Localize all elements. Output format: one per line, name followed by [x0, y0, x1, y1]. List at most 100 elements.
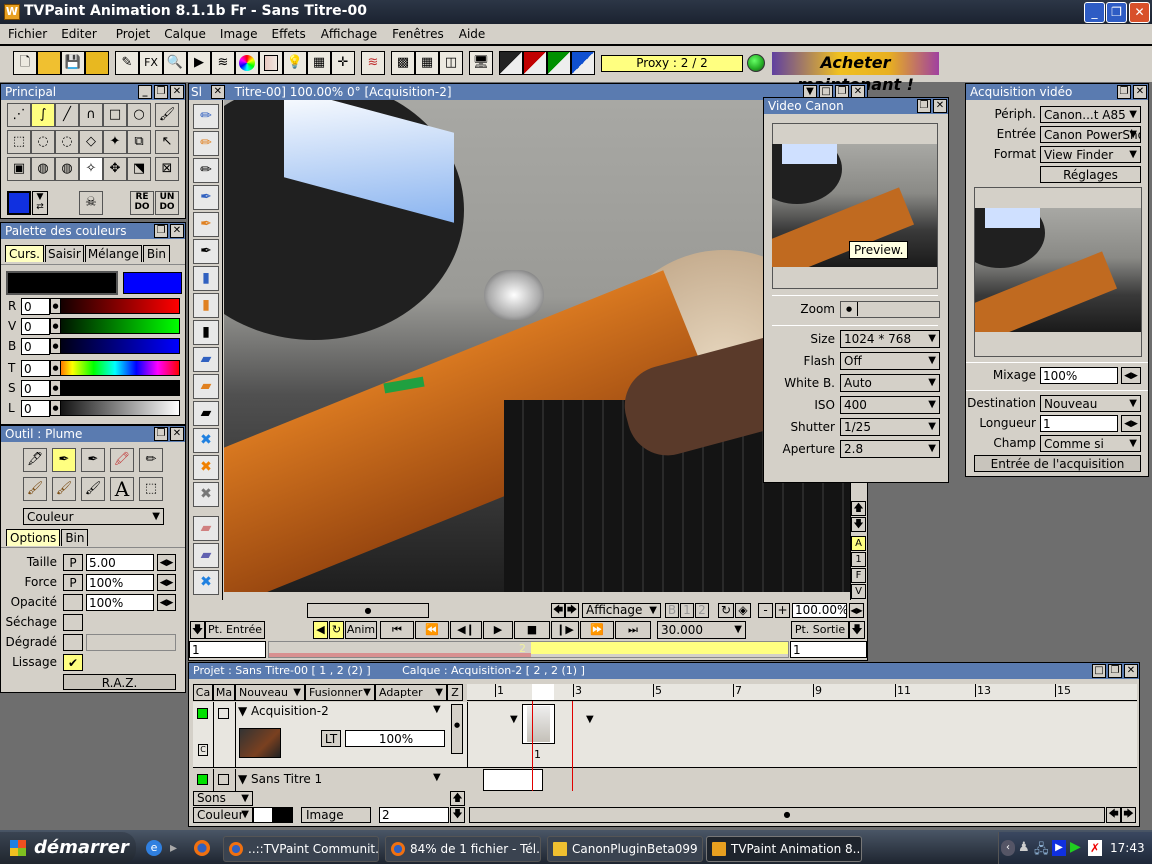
- zoom-slider[interactable]: ●: [840, 301, 940, 318]
- open-folder-icon[interactable]: [37, 51, 61, 75]
- loop-toggle-icon[interactable]: ↻: [329, 621, 344, 639]
- texture-icon[interactable]: ▩: [391, 51, 415, 75]
- pen-blue-icon[interactable]: ✒: [193, 185, 219, 210]
- channel-s-input[interactable]: 0: [21, 380, 50, 397]
- white-balance-dropdown[interactable]: Auto: [840, 374, 940, 392]
- zoom-stepper[interactable]: ◀▶: [849, 603, 864, 618]
- cross-multi-icon[interactable]: ✖: [193, 570, 219, 595]
- step-forward-button[interactable]: ❙▶: [551, 621, 579, 639]
- menu-projet[interactable]: Projet: [116, 24, 150, 44]
- marker-icon[interactable]: 🖍: [110, 448, 134, 472]
- monitor-icon[interactable]: 🖥: [469, 51, 493, 75]
- layers-icon[interactable]: ≋: [211, 51, 235, 75]
- close-icon[interactable]: ✕: [933, 99, 947, 113]
- gradient-icon[interactable]: [259, 51, 283, 75]
- select-free-icon[interactable]: ◌: [55, 130, 79, 154]
- select-pointer-icon[interactable]: ⬚: [139, 477, 163, 501]
- mode-dropdown[interactable]: Couleur: [23, 508, 164, 525]
- image-input[interactable]: 2: [379, 807, 449, 823]
- color-selector-icon[interactable]: [7, 191, 31, 215]
- opacite-pressure-button[interactable]: [63, 594, 83, 611]
- stack-icon[interactable]: ≋: [361, 51, 385, 75]
- color-wheel-icon[interactable]: [235, 51, 259, 75]
- aperture-dropdown[interactable]: 2.8: [840, 440, 940, 458]
- tab-melange[interactable]: Mélange: [84, 245, 142, 262]
- stamp-tool-icon[interactable]: ▣: [7, 157, 31, 181]
- menu-fichier[interactable]: Fichier: [8, 24, 47, 44]
- channel-r-slider[interactable]: ●: [50, 298, 180, 314]
- crop-tool-icon[interactable]: ⧉: [127, 130, 151, 154]
- ink-orange-icon[interactable]: ▮: [193, 293, 219, 318]
- first-frame-button[interactable]: ⏮: [380, 621, 414, 639]
- tray-expand-icon[interactable]: ‹: [1001, 840, 1015, 856]
- undo-button[interactable]: UN DO: [155, 191, 179, 215]
- scroll-down-button[interactable]: 🡇: [450, 807, 465, 823]
- degrade-checkbox[interactable]: [63, 634, 83, 651]
- visibility-toggle[interactable]: [197, 708, 208, 719]
- task-canon-plugin[interactable]: CanonPluginBeta099: [547, 836, 703, 862]
- out-point-arrow[interactable]: 🡇: [849, 621, 865, 639]
- tray-media-icon[interactable]: ▶: [1052, 840, 1066, 856]
- save-icon[interactable]: 💾: [61, 51, 85, 75]
- magic-wand-icon[interactable]: ✦: [103, 130, 127, 154]
- start-acquisition-button[interactable]: Entrée de l'acquisition: [974, 455, 1141, 472]
- pen-black-icon[interactable]: ✒: [193, 239, 219, 264]
- in-point-arrow[interactable]: 🡇: [190, 621, 205, 639]
- select-poly-icon[interactable]: ◇: [79, 130, 103, 154]
- grid-icon[interactable]: ▦: [415, 51, 439, 75]
- affichage-dropdown[interactable]: Affichage: [582, 603, 661, 618]
- pencil-icon[interactable]: ✏: [139, 448, 163, 472]
- channel-t-input[interactable]: 0: [21, 360, 50, 377]
- minimize-icon[interactable]: _: [138, 85, 152, 99]
- move-tool-icon[interactable]: ✥: [103, 157, 127, 181]
- ie-quicklaunch-icon[interactable]: e: [146, 840, 162, 856]
- reglages-button[interactable]: Réglages: [1040, 166, 1141, 183]
- center-icon[interactable]: ◈: [735, 603, 751, 618]
- tray-network-icon[interactable]: 🖧: [1034, 840, 1049, 862]
- format-dropdown[interactable]: View Finder: [1040, 146, 1141, 163]
- champ-dropdown[interactable]: Comme si: [1040, 435, 1141, 452]
- taille-stepper[interactable]: ◀▶: [157, 554, 176, 571]
- transform-tool-icon[interactable]: ⬔: [127, 157, 151, 181]
- text-tool-icon[interactable]: A: [110, 477, 134, 501]
- menu-image[interactable]: Image: [220, 24, 258, 44]
- cross-gray-icon[interactable]: ✖: [193, 482, 219, 507]
- layer-name[interactable]: ▼ Acquisition-2: [238, 704, 329, 718]
- red-swatch-icon[interactable]: [523, 51, 547, 75]
- play-button[interactable]: ▶: [483, 621, 513, 639]
- cell-frame[interactable]: [483, 769, 543, 791]
- pt-sortie-button[interactable]: Pt. Sortie: [791, 621, 849, 639]
- side-v-button[interactable]: V: [851, 584, 866, 599]
- periph-dropdown[interactable]: Canon...t A85: [1040, 106, 1141, 123]
- ink-blue-icon[interactable]: ▮: [193, 266, 219, 291]
- tray-user-icon[interactable]: ♟: [1018, 840, 1030, 855]
- lightbulb-icon[interactable]: 💡: [283, 51, 307, 75]
- side-f-button[interactable]: F: [851, 568, 866, 583]
- start-button[interactable]: démarrer: [0, 832, 136, 864]
- menu-editer[interactable]: Editer: [61, 24, 97, 44]
- cross-orange-icon[interactable]: ✖: [193, 455, 219, 480]
- eraser-pink-icon[interactable]: ▰: [193, 516, 219, 541]
- close-icon[interactable]: ✕: [170, 224, 184, 238]
- fusionner-dropdown[interactable]: Fusionner: [305, 684, 375, 701]
- layer-row-acquisition[interactable]: C ▼ Acquisition-2 ▼ LT 100% ● ▼ ▼ 1: [193, 702, 1137, 768]
- restore-icon[interactable]: ❐: [154, 427, 168, 441]
- iso-dropdown[interactable]: 400: [840, 396, 940, 414]
- select-rect-icon[interactable]: ⬚: [7, 130, 31, 154]
- mixage-input[interactable]: 100%: [1040, 367, 1118, 384]
- magnifier-icon[interactable]: 🔍: [163, 51, 187, 75]
- couleur-black-swatch[interactable]: [273, 807, 293, 823]
- task-tvpaint-community[interactable]: ..::TVPaint Communit...: [223, 836, 379, 862]
- folder-icon[interactable]: [85, 51, 109, 75]
- menu-calque[interactable]: Calque: [164, 24, 206, 44]
- nouveau-dropdown[interactable]: Nouveau: [235, 684, 305, 701]
- opacite-stepper[interactable]: ◀▶: [157, 594, 176, 611]
- minimize-button[interactable]: _: [1084, 2, 1105, 23]
- eraser-blue-icon[interactable]: ▰: [193, 347, 219, 372]
- ink-pen-icon[interactable]: ✒: [81, 448, 105, 472]
- timeline-right-button[interactable]: 🡆: [1121, 807, 1136, 823]
- line-tool-icon[interactable]: ╱: [55, 103, 79, 127]
- grid-palette-icon[interactable]: ▦: [307, 51, 331, 75]
- tab-bin[interactable]: Bin: [142, 245, 171, 262]
- layer-menu-icon[interactable]: ▼: [433, 772, 441, 783]
